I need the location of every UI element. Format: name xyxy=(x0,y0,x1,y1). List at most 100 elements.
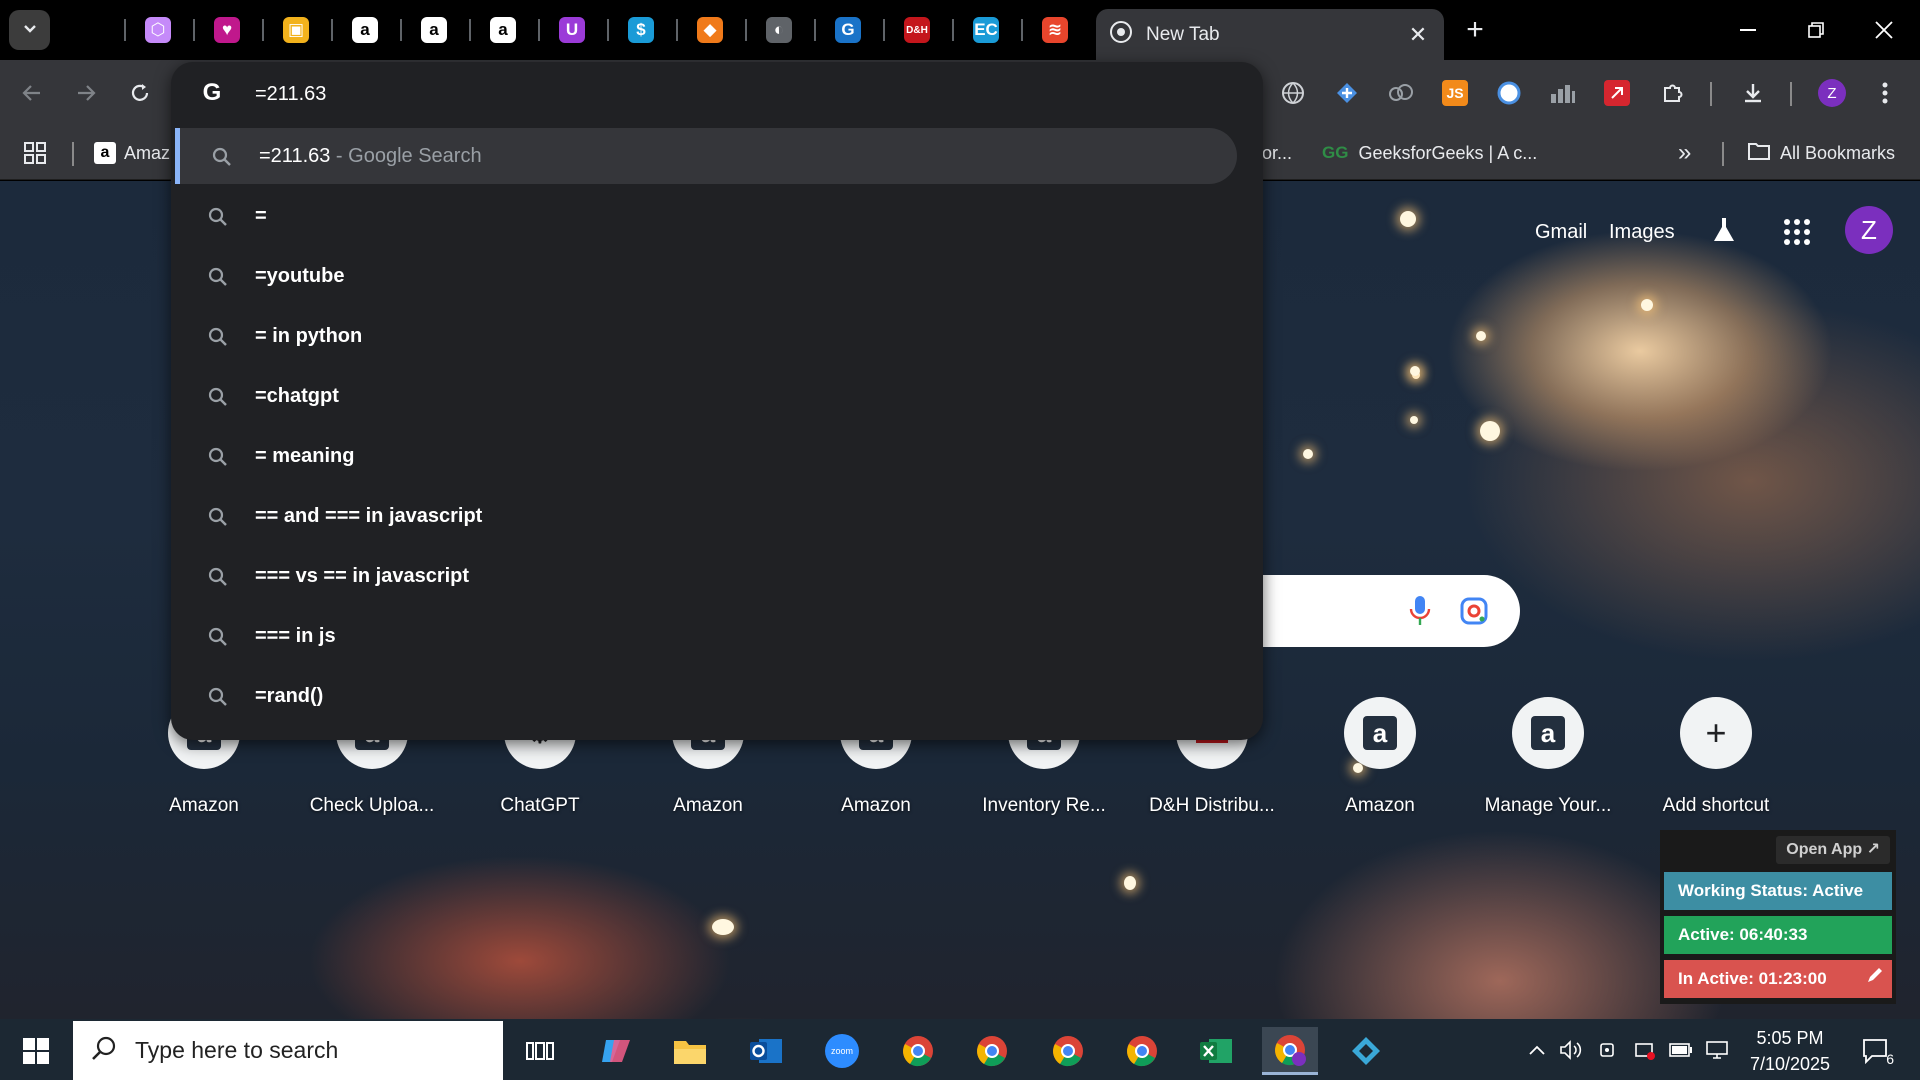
apps-grid-icon[interactable] xyxy=(24,138,46,168)
chrome-profile-z-icon[interactable] xyxy=(1262,1027,1318,1075)
red-arrow-extension-icon[interactable] xyxy=(1598,74,1636,112)
suggestion-item[interactable]: = in python xyxy=(171,308,1241,364)
shortcut-label: ChatGPT xyxy=(500,795,580,816)
gmail-link[interactable]: Gmail xyxy=(1535,212,1587,252)
suggestion-text: = meaning xyxy=(255,428,354,484)
globe-extension-icon[interactable] xyxy=(1274,74,1312,112)
chrome-icon[interactable] xyxy=(1114,1027,1170,1075)
cloud-link-extension-icon[interactable] xyxy=(1382,74,1420,112)
restore-icon[interactable] xyxy=(1794,8,1838,52)
suggestion-item[interactable]: === vs == in javascript xyxy=(171,548,1241,604)
pinned-tab[interactable]: a xyxy=(485,12,521,48)
google-apps-grid-icon[interactable] xyxy=(1783,218,1811,258)
layers-red-icon: ≋ xyxy=(1042,17,1068,43)
new-tab-button[interactable]: + xyxy=(1457,12,1493,48)
suggestion-item[interactable]: =youtube xyxy=(171,248,1241,304)
taskbar-clock[interactable]: 5:05 PM 7/10/2025 xyxy=(1730,1025,1850,1077)
close-tab-icon[interactable]: ✕ xyxy=(1406,22,1430,47)
plus-diamond-extension-icon[interactable] xyxy=(1328,74,1366,112)
tab-search-button[interactable] xyxy=(9,10,50,50)
images-link[interactable]: Images xyxy=(1609,212,1675,252)
pinned-tab[interactable]: G xyxy=(830,12,866,48)
shortcut-tile[interactable]: a Manage Your... xyxy=(1473,697,1623,817)
tray-chevron-up-icon[interactable] xyxy=(1524,1037,1550,1063)
chrome-profile-2-icon[interactable] xyxy=(964,1027,1020,1075)
suggestion-item[interactable]: =211.63 - Google Search xyxy=(175,128,1237,184)
reload-icon[interactable] xyxy=(120,73,160,113)
pinned-tab[interactable]: ◆ xyxy=(692,12,728,48)
chrome-profile-1-icon[interactable] xyxy=(890,1027,946,1075)
file-explorer-icon[interactable] xyxy=(662,1027,718,1075)
bars-chart-extension-icon[interactable] xyxy=(1544,74,1582,112)
meet-now-icon[interactable] xyxy=(1596,1037,1622,1063)
js-extension-icon[interactable]: JS xyxy=(1436,74,1474,112)
circle-extension-icon[interactable] xyxy=(1490,74,1528,112)
suggestion-item[interactable]: = xyxy=(171,188,1241,244)
suggestion-query: === vs == in javascript xyxy=(255,565,470,587)
pinned-tab[interactable]: EC xyxy=(968,12,1004,48)
dh-icon: D&H xyxy=(904,17,930,43)
minimize-icon[interactable] xyxy=(1726,8,1770,52)
tab-separator xyxy=(814,19,816,41)
pinned-tab[interactable]: ♥ xyxy=(209,12,245,48)
network-icon[interactable] xyxy=(1704,1037,1730,1063)
chrome-profile-3-icon[interactable] xyxy=(1040,1027,1096,1075)
suggestion-item[interactable]: =chatgpt xyxy=(171,368,1241,424)
pinned-tab[interactable]: a xyxy=(416,12,452,48)
inactive-time-label: In Active: 01:23:00 xyxy=(1678,969,1827,988)
open-app-button[interactable]: Open App ↗ xyxy=(1776,836,1890,864)
notification-center-icon[interactable]: 6 xyxy=(1856,1033,1896,1069)
copilot-icon[interactable] xyxy=(588,1027,644,1075)
google-account-avatar[interactable]: Z xyxy=(1845,206,1893,254)
pinned-tab[interactable]: ⬡ xyxy=(140,12,176,48)
download-icon[interactable] xyxy=(1734,74,1772,112)
shortcut-tile[interactable]: + Add shortcut xyxy=(1641,697,1791,817)
tab-new-tab[interactable]: New Tab ✕ xyxy=(1096,9,1444,60)
puzzle-extensions-icon[interactable] xyxy=(1654,74,1692,112)
shortcut-label: D&H Distribu... xyxy=(1149,795,1275,816)
tab-separator xyxy=(331,19,333,41)
shortcut-label: Add shortcut xyxy=(1662,795,1770,816)
shortcut-label: Check Uploa... xyxy=(309,795,435,816)
bookmark-geeksforgeeks[interactable]: GG GeeksforGeeks | A c... xyxy=(1322,138,1537,168)
battery-icon[interactable] xyxy=(1668,1037,1694,1063)
taskbar-search-box[interactable]: Type here to search xyxy=(73,1021,503,1080)
zoom-icon[interactable]: zoom xyxy=(814,1027,870,1075)
suggestion-item[interactable]: === in js xyxy=(171,608,1241,664)
bookmark-amazon[interactable]: a Amaz xyxy=(94,138,170,168)
more-bookmarks-chevron-icon[interactable]: » xyxy=(1678,138,1691,168)
more-menu-icon[interactable] xyxy=(1866,74,1904,112)
suggestion-item[interactable]: == and === in javascript xyxy=(171,488,1241,544)
google-lens-icon[interactable] xyxy=(1460,597,1488,630)
task-view-icon[interactable] xyxy=(512,1027,568,1075)
microphone-icon[interactable] xyxy=(1408,595,1432,632)
pinned-tab[interactable]: ≋ xyxy=(1037,12,1073,48)
pinned-tab[interactable]: ▣ xyxy=(278,12,314,48)
shortcut-label: Amazon xyxy=(841,795,911,816)
suggestion-item[interactable]: =rand() xyxy=(171,668,1241,724)
back-icon[interactable] xyxy=(12,73,52,113)
pinned-tab[interactable]: D&H xyxy=(899,12,935,48)
background-spark xyxy=(712,919,734,935)
excel-icon[interactable] xyxy=(1188,1027,1244,1075)
profile-avatar[interactable]: Z xyxy=(1813,74,1851,112)
diamond-app-icon[interactable] xyxy=(1338,1027,1394,1075)
pinned-tab[interactable]: U xyxy=(554,12,590,48)
tab-separator xyxy=(1021,19,1023,41)
shortcut-tile[interactable]: a Amazon xyxy=(1305,697,1455,817)
pencil-edit-icon[interactable] xyxy=(1866,960,1884,998)
all-bookmarks-button[interactable]: All Bookmarks xyxy=(1748,138,1895,168)
forward-icon[interactable] xyxy=(66,73,106,113)
suggestion-item[interactable]: = meaning xyxy=(171,428,1241,484)
pinned-tab[interactable]: ◐ xyxy=(761,12,797,48)
bookmark-partial[interactable]: or... xyxy=(1262,138,1292,168)
pinned-tab[interactable]: $ xyxy=(623,12,659,48)
close-window-icon[interactable] xyxy=(1862,8,1906,52)
outlook-icon[interactable] xyxy=(738,1027,794,1075)
volume-icon[interactable] xyxy=(1558,1037,1584,1063)
labs-flask-icon[interactable] xyxy=(1710,216,1738,256)
omnibox-input[interactable] xyxy=(255,76,1155,112)
pinned-tab[interactable]: a xyxy=(347,12,383,48)
windows-start-icon[interactable] xyxy=(12,1031,60,1071)
security-alert-icon[interactable] xyxy=(1632,1037,1658,1063)
